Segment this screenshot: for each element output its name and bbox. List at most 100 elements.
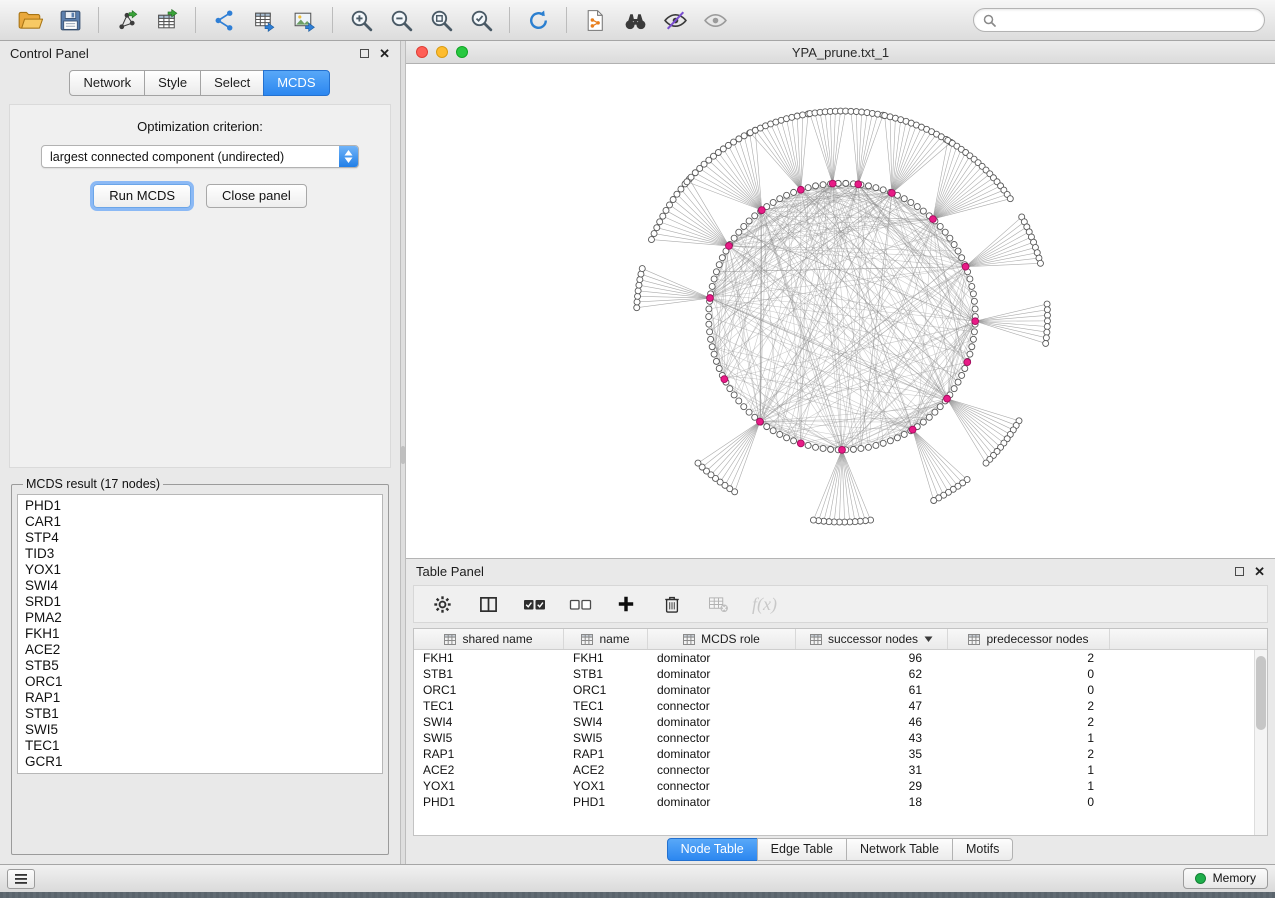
table-cell: connector xyxy=(648,731,796,745)
result-node[interactable]: PHD1 xyxy=(25,498,375,514)
result-node[interactable]: YOX1 xyxy=(25,562,375,578)
global-search-input[interactable] xyxy=(1002,13,1255,27)
column-header-successor-nodes[interactable]: successor nodes xyxy=(796,629,948,649)
table-cell: 2 xyxy=(948,651,1110,665)
float-panel-icon[interactable] xyxy=(360,49,369,58)
column-header-shared-name[interactable]: shared name xyxy=(414,629,564,649)
toolbar-button-import-network[interactable] xyxy=(107,4,147,36)
table-column-icon xyxy=(444,634,456,645)
table-cell: 1 xyxy=(948,779,1110,793)
toolbar-button-refresh[interactable] xyxy=(518,4,558,36)
toolbar-button-share-document[interactable] xyxy=(575,4,615,36)
tab-motifs[interactable]: Motifs xyxy=(952,838,1013,861)
result-node[interactable]: PMA2 xyxy=(25,610,375,626)
column-header-label: successor nodes xyxy=(828,632,918,646)
result-node[interactable]: CAR1 xyxy=(25,514,375,530)
table-row[interactable]: RAP1RAP1dominator352 xyxy=(414,746,1267,762)
column-header-mcds-role[interactable]: MCDS role xyxy=(648,629,796,649)
result-node[interactable]: STB5 xyxy=(25,658,375,674)
tab-network-table[interactable]: Network Table xyxy=(846,838,953,861)
desktop-background xyxy=(0,892,1275,898)
table-toolbar-button-add-row[interactable] xyxy=(614,591,638,617)
table-row[interactable]: ORC1ORC1dominator610 xyxy=(414,682,1267,698)
toolbar-button-visual-eye-slash[interactable] xyxy=(655,4,695,36)
result-node[interactable]: GCR1 xyxy=(25,754,375,770)
panel-splitter[interactable] xyxy=(400,41,406,864)
table-scrollbar[interactable] xyxy=(1254,650,1267,835)
toolbar-button-preview-eye[interactable] xyxy=(695,4,735,36)
result-node[interactable]: ACE2 xyxy=(25,642,375,658)
column-header-name[interactable]: name xyxy=(564,629,648,649)
toolbar-button-import-table[interactable] xyxy=(147,4,187,36)
scrollbar-thumb[interactable] xyxy=(1256,656,1266,730)
network-canvas[interactable] xyxy=(406,64,1275,558)
toolbar-button-zoom-in[interactable] xyxy=(341,4,381,36)
table-row[interactable]: YOX1YOX1connector291 xyxy=(414,778,1267,794)
close-panel-icon[interactable]: ✕ xyxy=(379,47,390,60)
toolbar-button-zoom-out[interactable] xyxy=(381,4,421,36)
tab-mcds[interactable]: MCDS xyxy=(263,70,329,96)
delete-table-icon xyxy=(708,596,729,613)
panel-menu-button[interactable] xyxy=(7,869,35,889)
toolbar-button-binoculars[interactable] xyxy=(615,4,655,36)
table-cell: PHD1 xyxy=(414,795,564,809)
toolbar-button-zoom-fit[interactable] xyxy=(421,4,461,36)
column-header-filler xyxy=(1110,629,1267,649)
optimization-criterion-select[interactable]: largest connected component (undirected) xyxy=(41,145,359,168)
result-node[interactable]: STB1 xyxy=(25,706,375,722)
window-minimize-button[interactable] xyxy=(436,46,448,58)
zoom-in-icon xyxy=(349,8,374,33)
table-cell: 43 xyxy=(796,731,948,745)
table-toolbar-button-deselect-all[interactable] xyxy=(568,591,592,617)
table-row[interactable]: SWI4SWI4dominator462 xyxy=(414,714,1267,730)
preview-eye-icon xyxy=(703,8,728,33)
float-table-panel-icon[interactable] xyxy=(1235,567,1244,576)
result-node[interactable]: SRD1 xyxy=(25,594,375,610)
network-window: YPA_prune.txt_1 xyxy=(406,41,1275,559)
table-row[interactable]: SWI5SWI5connector431 xyxy=(414,730,1267,746)
table-toolbar-button-toggle-columns[interactable] xyxy=(476,591,500,617)
table-toolbar-button-delete-row[interactable] xyxy=(660,591,684,617)
result-node[interactable]: TID3 xyxy=(25,546,375,562)
table-row[interactable]: ACE2ACE2connector311 xyxy=(414,762,1267,778)
run-mcds-button[interactable]: Run MCDS xyxy=(93,184,191,208)
mcds-result-list[interactable]: PHD1CAR1STP4TID3YOX1SWI4SRD1PMA2FKH1ACE2… xyxy=(17,494,383,774)
result-node[interactable]: TEC1 xyxy=(25,738,375,754)
result-node[interactable]: FKH1 xyxy=(25,626,375,642)
import-table-icon xyxy=(155,8,180,33)
table-cell: 61 xyxy=(796,683,948,697)
tab-node-table[interactable]: Node Table xyxy=(667,838,758,861)
table-row[interactable]: FKH1FKH1dominator962 xyxy=(414,650,1267,666)
tab-style[interactable]: Style xyxy=(144,70,201,96)
window-zoom-button[interactable] xyxy=(456,46,468,58)
column-header-predecessor-nodes[interactable]: predecessor nodes xyxy=(948,629,1110,649)
list-icon xyxy=(15,874,27,884)
window-close-button[interactable] xyxy=(416,46,428,58)
toolbar-button-export-network[interactable] xyxy=(204,4,244,36)
table-toolbar-button-select-all[interactable] xyxy=(522,591,546,617)
table-row[interactable]: PHD1PHD1dominator180 xyxy=(414,794,1267,810)
table-row[interactable]: TEC1TEC1connector472 xyxy=(414,698,1267,714)
table-cell: 29 xyxy=(796,779,948,793)
toolbar-button-save[interactable] xyxy=(50,4,90,36)
toolbar-button-zoom-selected[interactable] xyxy=(461,4,501,36)
result-node[interactable]: STP4 xyxy=(25,530,375,546)
result-node[interactable]: SWI4 xyxy=(25,578,375,594)
close-panel-button[interactable]: Close panel xyxy=(206,184,307,208)
result-node[interactable]: RAP1 xyxy=(25,690,375,706)
table-column-icon xyxy=(968,634,980,645)
result-node[interactable]: SWI5 xyxy=(25,722,375,738)
table-toolbar-button-settings-gear[interactable] xyxy=(430,591,454,617)
toolbar-button-export-image[interactable] xyxy=(284,4,324,36)
table-row[interactable]: STB1STB1dominator620 xyxy=(414,666,1267,682)
memory-indicator-dot xyxy=(1195,873,1206,884)
result-node[interactable]: ORC1 xyxy=(25,674,375,690)
tab-edge-table[interactable]: Edge Table xyxy=(757,838,847,861)
global-search-box[interactable] xyxy=(973,8,1265,32)
tab-network[interactable]: Network xyxy=(69,70,145,96)
toolbar-button-export-table[interactable] xyxy=(244,4,284,36)
tab-select[interactable]: Select xyxy=(200,70,264,96)
toolbar-button-open-folder[interactable] xyxy=(10,4,50,36)
close-table-panel-icon[interactable]: ✕ xyxy=(1254,565,1265,578)
memory-button[interactable]: Memory xyxy=(1183,868,1268,889)
